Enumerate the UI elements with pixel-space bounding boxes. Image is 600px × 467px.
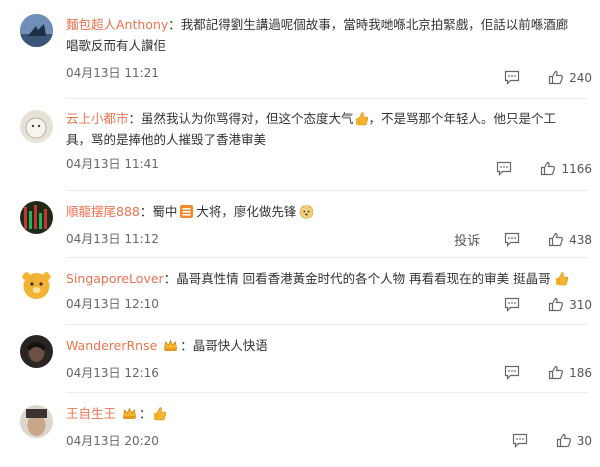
reply-icon: [504, 70, 520, 85]
like-icon: [548, 232, 564, 247]
like-count: 240: [569, 70, 592, 85]
thumbs-up-emoji: [555, 272, 568, 286]
divider: [66, 392, 588, 393]
reply-button[interactable]: [496, 161, 512, 176]
like-button[interactable]: 186: [548, 365, 592, 380]
avatar-image: [20, 268, 53, 301]
username[interactable]: 王自生王: [66, 406, 116, 421]
like-button[interactable]: 30: [556, 433, 592, 448]
reply-icon: [504, 232, 520, 247]
avatar[interactable]: [20, 201, 53, 234]
reply-icon: [504, 297, 520, 312]
comment-text: SingaporeLover：晶哥真性情 回看香港黃金时代的各个人物 再看看现在…: [66, 268, 578, 289]
colon: ：: [139, 204, 153, 219]
like-icon: [541, 161, 556, 176]
comment-actions: 1166: [482, 161, 592, 176]
reply-button[interactable]: [504, 232, 520, 247]
like-button[interactable]: 240: [548, 70, 592, 85]
username[interactable]: SingaporeLover: [66, 271, 164, 286]
like-button[interactable]: 438: [548, 232, 592, 247]
like-button[interactable]: 310: [548, 297, 592, 312]
divider: [66, 324, 588, 325]
avatar-image: [20, 110, 53, 143]
reply-icon: [504, 365, 520, 380]
reply-button[interactable]: [504, 297, 520, 312]
avatar[interactable]: [20, 335, 53, 368]
comment-content: 虽然我认为你骂得对，但这个态度大气: [141, 111, 354, 126]
thumbs-up-emoji: [355, 112, 368, 126]
comment-content: 蜀中: [152, 204, 178, 219]
like-icon: [548, 70, 564, 85]
colon: ：: [168, 17, 181, 32]
username[interactable]: WandererRnse: [66, 338, 157, 353]
avatar[interactable]: [20, 110, 53, 143]
divider: [66, 190, 588, 191]
comment-text: 王自生王 ：: [66, 403, 578, 424]
sticker-icon: [180, 205, 194, 218]
username[interactable]: 麵包超人Anthony: [66, 17, 168, 32]
crown-badge-icon: [123, 407, 136, 419]
comment-actions: 240: [490, 70, 592, 85]
like-count: 1166: [561, 161, 592, 176]
comment-content: 晶哥快人快语: [192, 338, 268, 353]
colon: ：: [180, 338, 193, 353]
like-count: 186: [569, 365, 592, 380]
comment-text: WandererRnse ：晶哥快人快语: [66, 335, 578, 356]
reply-button[interactable]: [504, 70, 520, 85]
divider: [66, 98, 588, 99]
crown-badge-icon: [164, 339, 178, 351]
colon: ：: [163, 271, 177, 286]
like-icon: [548, 365, 564, 380]
avatar-image: [20, 14, 53, 47]
comment-actions: 310: [490, 297, 592, 312]
comment-actions: 30: [498, 433, 592, 448]
comment-content: 晶哥真性情 回看香港黃金时代的各个人物 再看看现在的审美 挺晶哥: [176, 271, 551, 286]
avatar-image: [20, 335, 53, 368]
like-icon: [556, 433, 571, 448]
avatar-image: [20, 405, 53, 438]
like-count: 310: [569, 297, 592, 312]
reply-button[interactable]: [504, 365, 520, 380]
username[interactable]: 順龍摆尾888: [66, 204, 140, 219]
avatar-image: [20, 201, 53, 234]
avatar[interactable]: [20, 268, 53, 301]
reply-button[interactable]: [512, 433, 528, 448]
thumbs-up-emoji: [153, 407, 166, 421]
reply-icon: [497, 161, 512, 176]
avatar[interactable]: [20, 14, 53, 47]
like-count: 438: [569, 232, 592, 247]
divider: [66, 257, 588, 258]
like-button[interactable]: 1166: [540, 161, 592, 176]
like-icon: [548, 297, 564, 312]
comment-text: 云上小都市：虽然我认为你骂得对，但这个态度大气 ，不是骂那个年轻人。他只是个工具，…: [66, 108, 578, 150]
doge-emoji: [300, 205, 314, 219]
like-count: 30: [576, 433, 592, 448]
comment-text: 順龍摆尾888：蜀中 大将，廖化做先锋: [66, 201, 578, 222]
avatar[interactable]: [20, 405, 53, 438]
colon: ：: [128, 111, 142, 126]
comment-text: 麵包超人Anthony：我都記得劉生講過呢個故事，當時我哋喺北京拍緊戲，佢話以前…: [66, 14, 578, 56]
comment-actions: 投诉 438: [454, 230, 592, 250]
report-button[interactable]: 投诉: [454, 230, 480, 249]
comment-content-cont: 大将，廖化做先锋: [196, 204, 297, 219]
reply-icon: [512, 433, 527, 448]
colon: ：: [139, 406, 152, 421]
username[interactable]: 云上小都市: [66, 111, 129, 126]
comment-actions: 186: [490, 365, 592, 380]
